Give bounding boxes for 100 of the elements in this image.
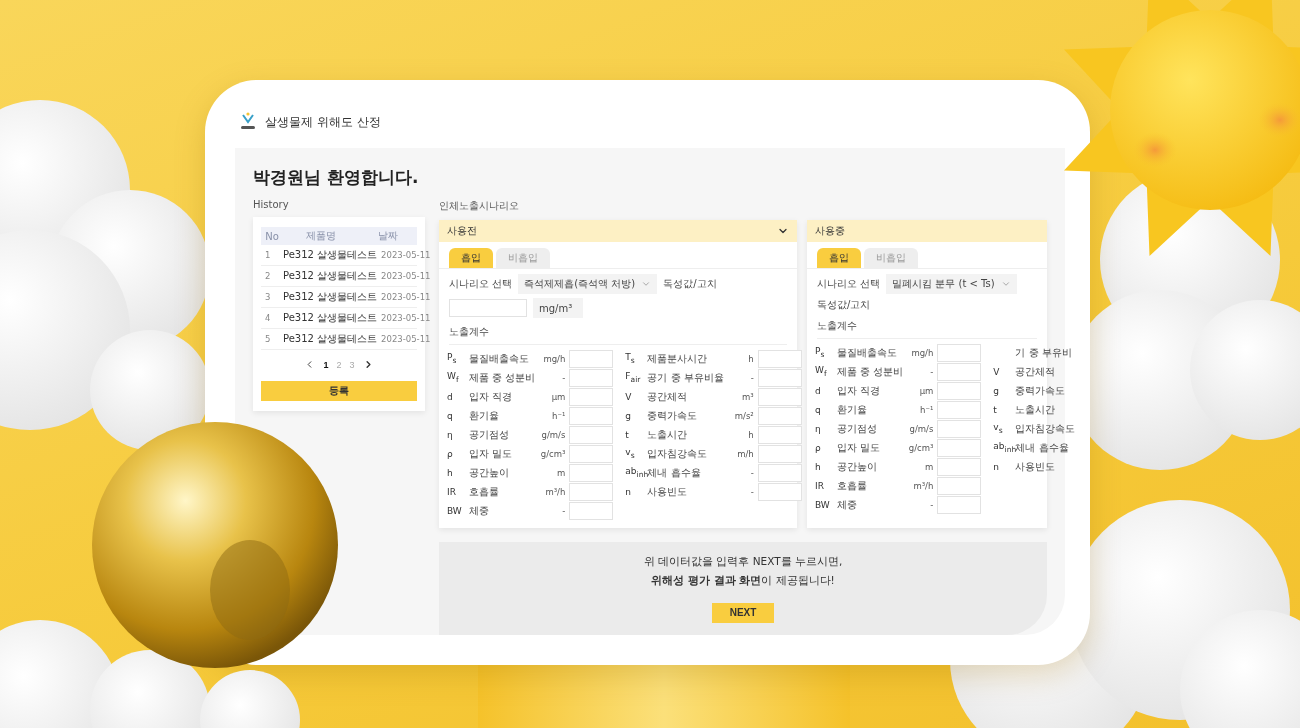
parameter-symbol: V bbox=[993, 366, 1001, 377]
value-field[interactable] bbox=[937, 457, 982, 476]
parameter-unit: - bbox=[929, 499, 934, 510]
value-field[interactable] bbox=[937, 343, 982, 362]
parameter-label: 제품 중 성분비 bbox=[837, 364, 904, 379]
value-field[interactable] bbox=[569, 482, 614, 501]
value-field[interactable] bbox=[569, 501, 614, 520]
parameter-symbol: V bbox=[625, 391, 633, 402]
value-field[interactable] bbox=[937, 476, 982, 495]
parameter-label: 공간체적 bbox=[647, 389, 689, 404]
parameter-unit: m³/h bbox=[912, 480, 934, 491]
parameter-label: 공기점성 bbox=[837, 421, 878, 436]
panel-header[interactable]: 사용전 bbox=[439, 220, 797, 242]
parameter-symbol: h bbox=[815, 461, 822, 472]
parameter-unit: μm bbox=[550, 391, 566, 402]
parameter-unit: h⁻¹ bbox=[919, 404, 934, 415]
parameter-unit: - bbox=[749, 486, 754, 497]
parameter-unit: h⁻¹ bbox=[551, 410, 566, 421]
row-number: 4 bbox=[265, 313, 272, 323]
product-name[interactable]: Pe312 살생물테스트 bbox=[283, 248, 378, 262]
parameter-symbol: BW bbox=[815, 499, 831, 510]
product-name[interactable]: Pe312 살생물테스트 bbox=[283, 290, 378, 304]
parameter-unit: - bbox=[749, 372, 754, 383]
value-field[interactable] bbox=[937, 400, 982, 419]
parameter-symbol: q bbox=[447, 410, 454, 421]
parameter-symbol: g bbox=[625, 410, 633, 421]
parameter-label: 물질배출속도 bbox=[469, 351, 530, 366]
parameter-unit: - bbox=[929, 366, 934, 377]
value-field[interactable] bbox=[569, 349, 614, 368]
value-field[interactable] bbox=[569, 406, 614, 425]
parameter-symbol: P$_{s}$ bbox=[815, 346, 826, 359]
value-field[interactable] bbox=[757, 482, 802, 501]
parameter-label: 입자침강속도 bbox=[647, 446, 709, 461]
parameter-label: 공간높이 bbox=[837, 459, 878, 474]
product-name[interactable]: Pe312 살생물테스트 bbox=[283, 332, 378, 346]
chevron-down-icon bbox=[641, 279, 652, 289]
parameter-label: 환기율 bbox=[469, 408, 500, 423]
value-field[interactable] bbox=[937, 495, 982, 514]
parameter-symbol: T$_{s}$ bbox=[625, 352, 636, 365]
value-field[interactable] bbox=[937, 362, 982, 381]
parameter-label: 제품분사시간 bbox=[647, 351, 709, 366]
value-field[interactable] bbox=[569, 425, 614, 444]
parameter-unit: h bbox=[747, 353, 754, 364]
parameter-unit: g/cm³ bbox=[907, 442, 934, 453]
panel-header[interactable]: 사용중 bbox=[807, 220, 1047, 242]
value-field[interactable] bbox=[937, 438, 982, 457]
value-field[interactable] bbox=[569, 387, 614, 406]
unit-select[interactable]: mg/m³ bbox=[533, 298, 583, 318]
scenario-select[interactable]: 즉석제제흡(즉석액 처방) bbox=[518, 274, 658, 294]
parameter-symbol: W$_{f}$ bbox=[447, 371, 460, 384]
parameter-label: 호흡률 bbox=[469, 484, 500, 499]
toxicity-label: 독성값/고치 bbox=[663, 277, 717, 291]
parameter-symbol: η bbox=[815, 423, 822, 434]
scenario-label: 시나리오 선택 bbox=[449, 277, 513, 291]
parameter-symbol: d bbox=[447, 391, 454, 402]
parameter-symbol: F$_{air}$ bbox=[625, 371, 642, 384]
scenario-select[interactable]: 밀폐시킴 분무 (t < Ts) bbox=[886, 274, 1017, 294]
parameter-unit: g/m/s bbox=[908, 423, 934, 434]
parameter-label: 체내 흡수율 bbox=[647, 465, 702, 480]
notice-text: 위해성 평가 결과 화면이 제공됩니다! bbox=[651, 573, 835, 588]
parameter-unit: m³ bbox=[741, 391, 754, 402]
value-field[interactable] bbox=[937, 419, 982, 438]
parameter-symbol: d bbox=[815, 385, 822, 396]
value-field[interactable] bbox=[569, 368, 614, 387]
value-field[interactable] bbox=[569, 463, 614, 482]
parameter-symbol: ρ bbox=[447, 448, 454, 459]
product-name[interactable]: Pe312 살생물테스트 bbox=[283, 269, 378, 283]
toxicity-field[interactable] bbox=[449, 299, 527, 317]
value-field[interactable] bbox=[757, 368, 802, 387]
row-date: 2023-05-11 bbox=[381, 313, 432, 323]
parameter-unit: μm bbox=[918, 385, 934, 396]
parameter-label: 물질배출속도 bbox=[837, 345, 898, 360]
parameter-unit: - bbox=[749, 467, 754, 478]
parameter-symbol: BW bbox=[447, 505, 463, 516]
welcome-heading: 박경원님 환영합니다. bbox=[253, 166, 420, 189]
coefficient-label: 노출계수 bbox=[449, 323, 787, 345]
value-field[interactable] bbox=[757, 444, 802, 463]
parameter-label: 노출시간 bbox=[647, 427, 689, 442]
value-field[interactable] bbox=[937, 381, 982, 400]
value-field[interactable] bbox=[757, 387, 802, 406]
tab[interactable]: 흡입 bbox=[817, 248, 861, 268]
parameter-label: 체중 bbox=[469, 503, 490, 518]
value-field[interactable] bbox=[757, 463, 802, 482]
parameter-label: 제품 중 성분비 bbox=[469, 370, 536, 385]
page-link[interactable]: 1 bbox=[323, 359, 329, 370]
value-field[interactable] bbox=[757, 425, 802, 444]
parameter-symbol: v$_{s}$ bbox=[993, 422, 1004, 435]
parameter-unit: h bbox=[747, 429, 754, 440]
next-button[interactable]: NEXT bbox=[712, 602, 774, 623]
notice-text: 위 데이터값을 입력후 NEXT를 누르시면, bbox=[643, 554, 843, 569]
register-button[interactable]: 등록 bbox=[261, 381, 417, 401]
logo-icon bbox=[239, 112, 257, 132]
value-field[interactable] bbox=[757, 406, 802, 425]
tab[interactable]: 흡입 bbox=[449, 248, 493, 268]
value-field[interactable] bbox=[757, 349, 802, 368]
parameter-unit: m bbox=[924, 461, 934, 472]
parameter-label: 공간체적 bbox=[1015, 364, 1057, 379]
value-field[interactable] bbox=[569, 444, 614, 463]
product-name[interactable]: Pe312 살생물테스트 bbox=[283, 311, 378, 325]
parameter-unit: g/cm³ bbox=[539, 448, 566, 459]
